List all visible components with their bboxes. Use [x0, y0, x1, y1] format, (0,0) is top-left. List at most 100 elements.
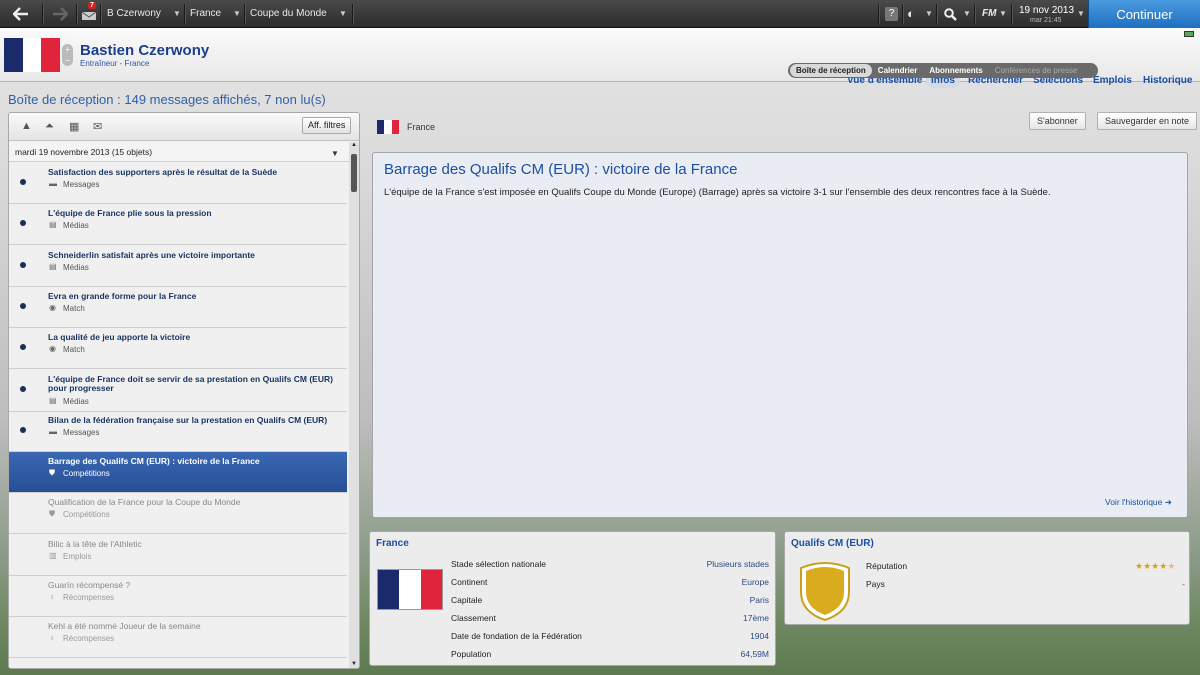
unread-dot-icon — [20, 426, 26, 433]
game-date[interactable]: 19 nov 2013 — [1019, 5, 1074, 16]
message-category: Match — [63, 303, 85, 313]
chevron-down-icon[interactable]: ▼ — [331, 149, 339, 158]
card-title[interactable]: France — [376, 538, 409, 549]
help-icon[interactable]: ? — [885, 7, 898, 21]
double-arrow-up-icon[interactable]: ⏶ — [45, 120, 54, 133]
arrow-up-icon[interactable]: ▲ — [21, 120, 32, 132]
chevron-down-icon[interactable]: ▼ — [173, 0, 181, 28]
trophy-icon: ♁ — [49, 633, 55, 643]
chevron-down-icon[interactable]: ▼ — [925, 0, 933, 28]
newspaper-icon: ▤ — [49, 220, 57, 230]
forward-arrow-icon — [53, 7, 68, 21]
country-label: Pays — [866, 579, 885, 589]
mail-button[interactable]: 7 — [78, 0, 100, 28]
divider — [100, 4, 101, 24]
profile-toggle-icon[interactable]: + − — [62, 44, 73, 66]
list-item[interactable]: Qualification de la France pour la Coupe… — [9, 493, 347, 535]
divider — [1011, 4, 1012, 24]
tab-calendar[interactable]: Calendrier — [872, 64, 924, 77]
message-title: Barrage des Qualifs CM (EUR) : victoire … — [48, 456, 260, 467]
tab-press-conferences[interactable]: Conférences de presse — [989, 64, 1084, 77]
country-info-card: France Stade sélection nationale Plusieur… — [369, 531, 776, 666]
divider — [244, 4, 245, 24]
list-item[interactable]: La qualité de jeu apporte la victoire ◉ Ma… — [9, 328, 347, 370]
envelope-icon[interactable]: ✉ — [93, 120, 102, 133]
chevron-down-icon[interactable]: ▼ — [963, 0, 971, 28]
list-item[interactable]: Guarín récompensé ? ♁ Récompenses — [9, 576, 347, 617]
card-title[interactable]: Qualifs CM (EUR) — [791, 538, 874, 549]
list-item[interactable]: Bilic à la tête de l'Athletic ▥ Emplois — [9, 535, 347, 576]
message-title: Bilan de la fédération française sur la … — [48, 414, 328, 425]
top-bar: 7 B Czerwony ▼ France ▼ Coupe du Monde ▼… — [0, 0, 1200, 28]
globe-icon[interactable]: ◐ — [907, 0, 915, 28]
info-value: 1904 — [750, 631, 769, 641]
competition-shield-icon — [800, 562, 850, 622]
list-item[interactable]: Kehl a été nommé Joueur de la semaine ♁ Ré… — [9, 617, 347, 659]
nav-jobs[interactable]: Emplois — [1093, 75, 1132, 86]
divider — [76, 4, 77, 24]
save-note-button[interactable]: Sauvegarder en note — [1097, 112, 1198, 130]
chevron-down-icon[interactable]: ▼ — [233, 0, 241, 28]
info-label: Continent — [451, 577, 488, 587]
list-item[interactable]: L'équipe de France doit se servir de sa … — [9, 370, 347, 412]
star-icon: ★ — [1143, 561, 1152, 571]
message-category: Emplois — [63, 551, 92, 561]
tab-inbox[interactable]: Boîte de réception — [790, 64, 872, 77]
info-value: Europe — [741, 577, 769, 587]
chevron-down-icon[interactable]: ▼ — [339, 0, 347, 28]
divider — [936, 4, 937, 24]
article-country[interactable]: France — [407, 122, 435, 132]
show-filters-button[interactable]: Aff. filtres — [302, 117, 352, 134]
continue-button[interactable]: Continuer — [1088, 0, 1200, 28]
message-category: Messages — [63, 427, 100, 437]
unread-dot-icon — [20, 344, 26, 351]
scroll-down-icon[interactable]: ▼ — [351, 661, 357, 667]
ball-icon: ◉ — [49, 302, 56, 312]
star-icon: ★ — [1135, 561, 1144, 571]
search-icon — [943, 7, 957, 21]
breadcrumb-country[interactable]: France — [190, 0, 221, 28]
back-button[interactable] — [0, 0, 42, 28]
message-title: Qualification de la France pour la Coupe… — [48, 497, 241, 508]
search-button[interactable] — [941, 0, 959, 28]
info-label: Population — [451, 649, 492, 659]
list-item[interactable]: Bilan de la fédération française sur la … — [9, 411, 347, 452]
scroll-thumb[interactable] — [351, 154, 357, 192]
france-flag-icon — [377, 120, 399, 134]
breadcrumb-competition[interactable]: Coupe du Monde — [250, 0, 327, 28]
message-title: Kehl a été nommé Joueur de la semaine — [48, 621, 201, 632]
shield-icon: ⛊ — [49, 468, 55, 478]
history-link[interactable]: Voir l'historique ➜ — [1105, 497, 1172, 508]
message-title: La qualité de jeu apporte la victoire — [48, 332, 191, 343]
chevron-down-icon[interactable]: ▼ — [1077, 0, 1085, 28]
list-item[interactable]: Satisfaction des supporters après le rés… — [9, 163, 347, 204]
breadcrumb-manager[interactable]: B Czerwony — [107, 0, 161, 28]
manager-name[interactable]: Bastien Czerwony — [80, 42, 209, 59]
chevron-down-icon[interactable]: ▼ — [999, 0, 1007, 28]
message-list: Satisfaction des supporters après le rés… — [9, 163, 349, 668]
reputation-stars: ★★★★★ — [1135, 560, 1175, 572]
list-item[interactable]: L'équipe de France plie sous la pression… — [9, 204, 347, 246]
message-title: Satisfaction des supporters après le rés… — [48, 167, 278, 177]
fm-menu[interactable]: FM — [982, 0, 996, 28]
star-icon: ★ — [1167, 561, 1176, 571]
sub-navigation: Boîte de réception Calendrier Abonnement… — [788, 63, 1098, 78]
info-label: Classement — [451, 613, 496, 623]
select-all-icon[interactable]: ▦ — [69, 120, 79, 133]
forward-button[interactable] — [44, 0, 76, 28]
list-item[interactable]: Schneiderlin satisfait après une victoir… — [9, 246, 347, 287]
list-item[interactable]: Barrage des Qualifs CM (EUR) : victoire … — [9, 452, 347, 494]
subscribe-button[interactable]: S'abonner — [1029, 112, 1086, 130]
tab-subscriptions[interactable]: Abonnements — [923, 64, 988, 77]
history-link-label[interactable]: Voir l'historique — [1105, 497, 1162, 507]
inbox-title: Boîte de réception : 149 messages affich… — [8, 92, 326, 107]
date-group-header[interactable]: mardi 19 novembre 2013 (15 objets) — [9, 142, 349, 162]
france-flag-icon — [377, 569, 443, 610]
scrollbar[interactable]: ▲ ▼ — [349, 142, 359, 668]
unread-badge: 7 — [88, 2, 96, 9]
list-item[interactable]: Evra en grande forme pour la France ◉ Matc… — [9, 287, 347, 328]
nav-history[interactable]: Historique — [1143, 75, 1192, 86]
info-value: 17ème — [743, 613, 769, 623]
scroll-up-icon[interactable]: ▲ — [351, 142, 357, 148]
france-flag-icon — [4, 38, 60, 72]
